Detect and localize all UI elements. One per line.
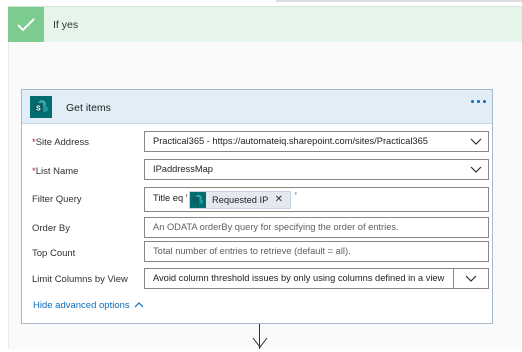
chevron-down-icon[interactable] bbox=[453, 269, 488, 288]
hide-advanced-options-link[interactable]: Hide advanced options bbox=[33, 300, 144, 311]
top-count-input[interactable]: Total number of entries to retrieve (def… bbox=[144, 241, 489, 262]
site-address-label: *Site Address bbox=[32, 137, 90, 148]
list-name-label: *List Name bbox=[32, 166, 79, 177]
get-items-card: S Get items *Site Address Practical365 -… bbox=[21, 89, 493, 324]
arrow-down-icon bbox=[251, 336, 269, 352]
chevron-down-icon[interactable] bbox=[470, 132, 482, 151]
chevron-up-icon bbox=[134, 300, 144, 311]
filter-query-label: Filter Query bbox=[32, 194, 82, 205]
token-label: Requested IP bbox=[212, 195, 269, 205]
site-address-field[interactable]: Practical365 - https://automateiq.sharep… bbox=[144, 131, 489, 152]
if-yes-header[interactable]: If yes bbox=[8, 6, 522, 42]
top-divider bbox=[276, 0, 522, 2]
order-by-label: Order By bbox=[32, 223, 71, 234]
filter-query-field[interactable]: Title eq ' Requested IP ✕ ' bbox=[144, 187, 489, 212]
card-title: Get items bbox=[66, 102, 111, 114]
limit-columns-field[interactable]: Avoid column threshold issues by only us… bbox=[144, 268, 489, 289]
site-address-value: Practical365 - https://automateiq.sharep… bbox=[153, 136, 428, 146]
sharepoint-icon: S bbox=[30, 96, 52, 118]
card-header[interactable]: S Get items bbox=[22, 90, 492, 124]
sharepoint-icon bbox=[190, 192, 206, 208]
svg-text:S: S bbox=[36, 106, 41, 113]
top-count-placeholder: Total number of entries to retrieve (def… bbox=[153, 246, 351, 256]
dynamic-content-token[interactable]: Requested IP ✕ bbox=[189, 191, 291, 209]
order-by-input[interactable]: An ODATA orderBy query for specifying th… bbox=[144, 217, 489, 238]
filter-query-suffix: ' bbox=[295, 191, 297, 201]
filter-query-prefix: Title eq ' bbox=[153, 193, 188, 203]
limit-columns-label: Limit Columns by View bbox=[32, 274, 128, 285]
list-name-field[interactable]: IPaddressMap bbox=[144, 159, 489, 180]
advanced-label: Hide advanced options bbox=[33, 300, 130, 311]
checkmark-icon bbox=[8, 7, 44, 42]
chevron-down-icon[interactable] bbox=[470, 160, 482, 179]
top-count-label: Top Count bbox=[32, 248, 76, 259]
order-by-placeholder: An ODATA orderBy query for specifying th… bbox=[153, 222, 399, 232]
ellipsis-icon[interactable] bbox=[471, 100, 486, 103]
close-icon[interactable]: ✕ bbox=[275, 194, 283, 205]
if-yes-title: If yes bbox=[53, 19, 79, 31]
list-name-value: IPaddressMap bbox=[153, 164, 213, 174]
limit-columns-value: Avoid column threshold issues by only us… bbox=[153, 273, 445, 283]
